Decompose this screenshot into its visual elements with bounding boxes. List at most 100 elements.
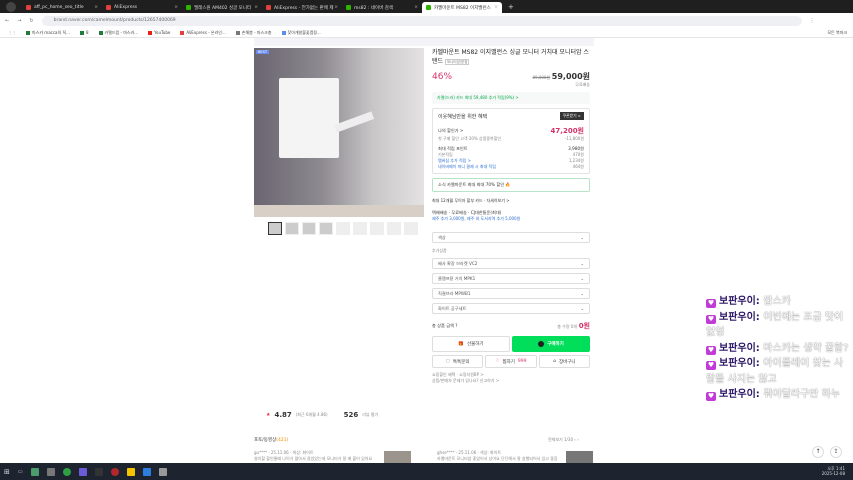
gift-button[interactable]: 🎁 선물하기 bbox=[432, 336, 510, 352]
arm-illustration bbox=[333, 111, 375, 133]
review-item[interactable]: ghse**** · 25.11.06 · 색상: 화이트 카멜마운트 모니터암… bbox=[437, 450, 562, 462]
bookmark[interactable]: YouTube bbox=[148, 30, 170, 35]
kakaotalk-icon[interactable] bbox=[126, 467, 135, 476]
thumbnail[interactable] bbox=[319, 222, 333, 235]
app-icon[interactable] bbox=[30, 467, 39, 476]
windows-start-icon[interactable]: ⊞ bbox=[4, 468, 10, 476]
bookmark[interactable]: 찾아개발불꽃캠핑... bbox=[281, 30, 321, 36]
total-price: 0원 bbox=[578, 322, 590, 330]
system-tray-clock[interactable]: 오후 1:41 2025-12-08 bbox=[822, 466, 845, 476]
talk-button[interactable]: ◌ 톡톡문의 bbox=[432, 355, 484, 368]
all-bookmarks[interactable]: 모든 북마크 bbox=[827, 30, 847, 36]
app-icon[interactable] bbox=[142, 467, 151, 476]
chevron-down-icon: ⌄ bbox=[580, 235, 584, 240]
my-price-label[interactable]: 나의 할인가 > bbox=[438, 128, 463, 134]
bookmarks-bar: ⋮⋮ 마스카 macca의 직... 8 카멜드럽 - 마스카... YouTu… bbox=[0, 28, 853, 38]
chevron-down-icon: ⌄ bbox=[580, 306, 584, 311]
store-notice[interactable]: 소식 카멜마운트 최대 최대 70% 할인 🔥 bbox=[432, 178, 590, 192]
addon-select[interactable]: 화이트 공구세트 ⌄ bbox=[432, 303, 590, 314]
top-strip bbox=[254, 38, 594, 46]
card-points-link[interactable]: 네이버페이 머니 결제 시 최대 적립 bbox=[438, 164, 496, 170]
review-photo[interactable] bbox=[566, 451, 593, 463]
total-label: 총 상품 금액 ? bbox=[432, 323, 458, 328]
close-icon[interactable]: × bbox=[414, 5, 418, 10]
coupon-button[interactable]: 쿠폰받기 > bbox=[559, 112, 584, 120]
scroll-top-button[interactable]: ↑ bbox=[812, 446, 824, 458]
thumbnail[interactable] bbox=[404, 222, 418, 235]
favicon-icon bbox=[186, 5, 191, 10]
favicon-icon bbox=[426, 5, 431, 10]
product-image[interactable]: BEST bbox=[254, 48, 424, 217]
chevron-down-icon: ⌄ bbox=[580, 276, 584, 281]
thumbnail[interactable] bbox=[268, 222, 282, 235]
reload-icon[interactable]: ↻ bbox=[29, 18, 33, 24]
rating-bar: ★ 4.87 (최근 6개월 4.86) 526 리뷰 평가 bbox=[266, 411, 378, 419]
card-promo[interactable]: 카멜(드러) 카드 최대 59,480 추가 적립(9%) > bbox=[432, 92, 590, 104]
tab[interactable]: 엘레스원 AM402 싱글 모니터 × bbox=[182, 2, 262, 13]
shipping-info: 무료배송 bbox=[575, 82, 590, 87]
my-price-note: 첫 구매 할인 고객 20% 상품중복할인 bbox=[438, 136, 502, 141]
buy-button[interactable]: 구매하기 bbox=[512, 336, 590, 352]
close-icon[interactable]: × bbox=[334, 5, 338, 10]
bookmark[interactable]: 8 bbox=[79, 30, 89, 35]
favicon-icon bbox=[106, 5, 111, 10]
review-pager[interactable]: 전체보기 1/30 ‹ › bbox=[548, 437, 579, 443]
task-view-icon[interactable]: ▭ bbox=[18, 469, 23, 475]
app-icon[interactable] bbox=[158, 467, 167, 476]
color-select[interactable]: 색상 ⌄ bbox=[432, 232, 590, 243]
stream-chat-overlay: ♥ 보판우이: 쌉스카 ♥ 보판우이: 이번에는 조금 맛이없엉 ♥ 보판우이: 마스… bbox=[706, 294, 852, 403]
review-count: 526 bbox=[343, 411, 359, 419]
bookmark[interactable]: AliExpress - 온라인... bbox=[180, 30, 226, 36]
tab[interactable]: aff_pc_home_seo_title × bbox=[22, 2, 102, 13]
close-icon[interactable]: × bbox=[254, 5, 258, 10]
thumbnail[interactable] bbox=[285, 222, 299, 235]
bookmark[interactable]: 마스카 macca의 직... bbox=[26, 30, 70, 36]
bookmark[interactable]: 카멜드럽 - 마스카... bbox=[98, 30, 138, 36]
favicon-icon bbox=[346, 5, 351, 10]
review-item[interactable]: gu**** · 25.11.06 · 색상: 화이트 설치할 할인줄때 나이가… bbox=[254, 450, 384, 462]
chrome-icon[interactable] bbox=[62, 467, 71, 476]
addon-select[interactable]: 베사 확장 브라켓 VC2 ⌄ bbox=[432, 258, 590, 269]
new-tab-button[interactable]: + bbox=[508, 3, 514, 11]
address-bar: ← → ↻ brand.naver.com/camelmount/products/… bbox=[0, 13, 853, 28]
menu-icon[interactable]: ⋮ bbox=[810, 18, 815, 24]
close-icon[interactable]: × bbox=[494, 5, 498, 10]
rating-value: 4.87 bbox=[274, 411, 292, 419]
tab-active[interactable]: 카멜마운트 MS82 이지밸런스 × bbox=[422, 2, 502, 13]
tab[interactable]: AliExpress × bbox=[102, 2, 182, 13]
profile-icon[interactable] bbox=[6, 1, 16, 12]
taskbar: ⊞ ▭ 오후 1:41 2025-12-08 bbox=[0, 463, 853, 480]
addon-select[interactable]: 직결브라 MPWB1 ⌄ bbox=[432, 288, 590, 299]
apps-icon[interactable]: ⋮⋮ bbox=[8, 30, 16, 35]
notice-2[interactable]: 상품/판매자 문제가 있나요? 신고하기 > bbox=[432, 378, 590, 384]
app-icon[interactable] bbox=[46, 467, 55, 476]
forward-icon[interactable]: → bbox=[17, 18, 21, 24]
tab[interactable]: AliExpress - 언가없는 판매 제 × bbox=[262, 2, 342, 13]
category-tag[interactable]: 모니터암/받침 bbox=[444, 59, 470, 65]
thumbnail[interactable] bbox=[387, 222, 401, 235]
zzim-button[interactable]: ♡ 찜하기 999 bbox=[485, 355, 537, 368]
delivery-note: 제주 추가 3,000원, 제주 외 도서지역 추가 5,000원 bbox=[432, 216, 521, 221]
url-input[interactable]: brand.naver.com/camelmount/products/1265… bbox=[41, 15, 802, 26]
review-label[interactable]: 리뷰 평가 bbox=[362, 412, 378, 418]
bookmark[interactable]: 손해봄 - 마스크총 bbox=[235, 30, 272, 36]
thumbnail[interactable] bbox=[370, 222, 384, 235]
app-icon[interactable] bbox=[94, 467, 103, 476]
back-icon[interactable]: ← bbox=[5, 18, 9, 24]
close-icon[interactable]: × bbox=[94, 5, 98, 10]
heart-badge-icon: ♥ bbox=[706, 392, 716, 401]
tab[interactable]: ms82 : 네이버 검색 × bbox=[342, 2, 422, 13]
app-icon[interactable] bbox=[110, 467, 119, 476]
cart-button[interactable]: ⌂ 장바구니 bbox=[538, 355, 590, 368]
share-button[interactable]: ⇪ bbox=[830, 446, 842, 458]
thumbnail[interactable] bbox=[302, 222, 316, 235]
addon-select[interactable]: 클램프용 거치 MPK1 ⌄ bbox=[432, 273, 590, 284]
thumbnail[interactable] bbox=[336, 222, 350, 235]
thumbnail[interactable] bbox=[353, 222, 367, 235]
review-photo[interactable] bbox=[384, 451, 411, 463]
heart-badge-icon: ♥ bbox=[706, 314, 716, 324]
my-price-sub: -11,800원 bbox=[564, 136, 584, 141]
close-icon[interactable]: × bbox=[174, 5, 178, 10]
installment-info[interactable]: 최대 12개월 무이자 할부 카드 · 자세히보기 > bbox=[432, 198, 590, 204]
app-icon[interactable] bbox=[78, 467, 87, 476]
